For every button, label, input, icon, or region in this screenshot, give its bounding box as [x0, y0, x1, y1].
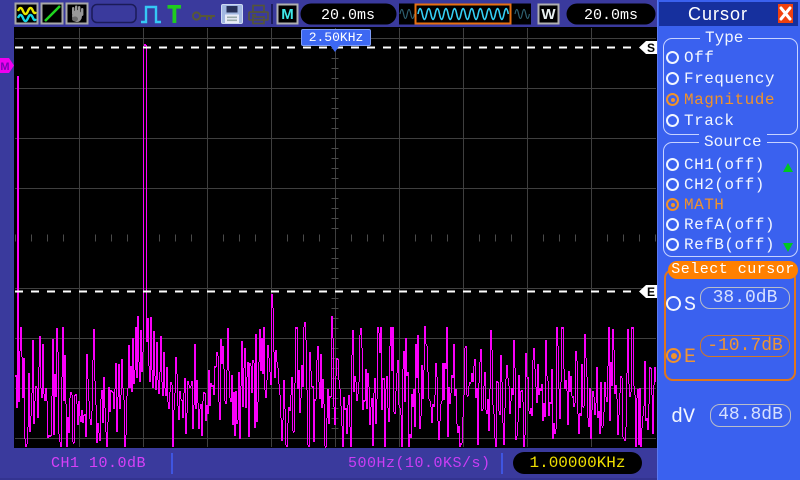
svg-text:20.0ms: 20.0ms	[584, 7, 638, 24]
svg-text:W: W	[541, 6, 556, 23]
svg-text:S: S	[647, 41, 655, 55]
svg-text:M: M	[0, 61, 9, 73]
svg-text:M: M	[281, 6, 294, 23]
svg-text:E: E	[647, 285, 655, 299]
svg-text:20.0ms: 20.0ms	[321, 7, 375, 24]
